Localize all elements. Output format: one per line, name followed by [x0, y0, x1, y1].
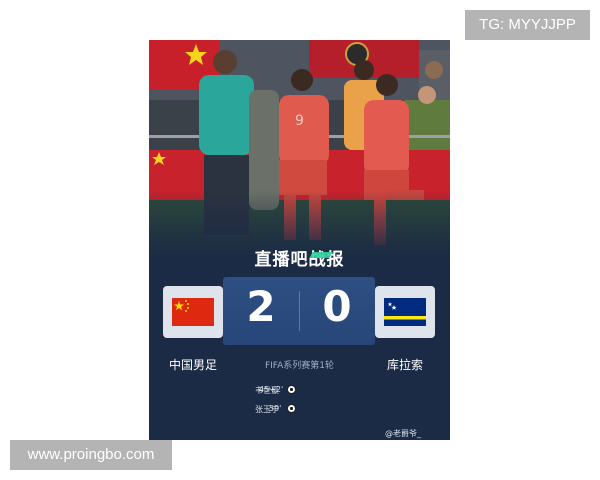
- brand-accent-stroke: [309, 252, 333, 258]
- scorer-minute: 45+2': [259, 385, 284, 394]
- curacao-flag-icon: [384, 298, 426, 326]
- weibo-credit: @老爵爷_: [385, 429, 421, 438]
- away-team-name: 库拉索: [386, 358, 423, 372]
- home-flag-card: [163, 286, 223, 338]
- home-team-name: 中国男足: [168, 358, 217, 372]
- telegram-watermark: TG: MYYJJPP: [465, 10, 590, 40]
- svg-text:9: 9: [295, 113, 304, 129]
- away-score: 0: [322, 282, 352, 331]
- football-icon: [287, 385, 296, 394]
- screenshot-canvas: TG: MYYJJPP 9 直播吧战报 2 0 中国男足 FIFA系列赛第1轮 …: [0, 0, 600, 480]
- scorer-row: 韦世豪 45+2': [149, 385, 450, 397]
- scorer-minute: 59': [269, 404, 282, 413]
- brand-title: 直播吧战报: [254, 250, 345, 270]
- celebration-photo: 9: [149, 40, 450, 255]
- football-icon: [287, 404, 296, 413]
- match-round-info: FIFA系列赛第1轮: [264, 361, 335, 371]
- scorer-row: 张玉宁 59': [149, 404, 450, 416]
- china-flag-icon: [172, 298, 214, 326]
- away-flag-card: [375, 286, 435, 338]
- home-score: 2: [246, 282, 276, 331]
- score-divider: [299, 291, 300, 331]
- match-report-poster: 9 直播吧战报 2 0 中国男足 FIFA系列赛第1轮 库拉索 韦世豪 45+2…: [149, 40, 450, 440]
- website-watermark: www.proingbo.com: [10, 440, 172, 470]
